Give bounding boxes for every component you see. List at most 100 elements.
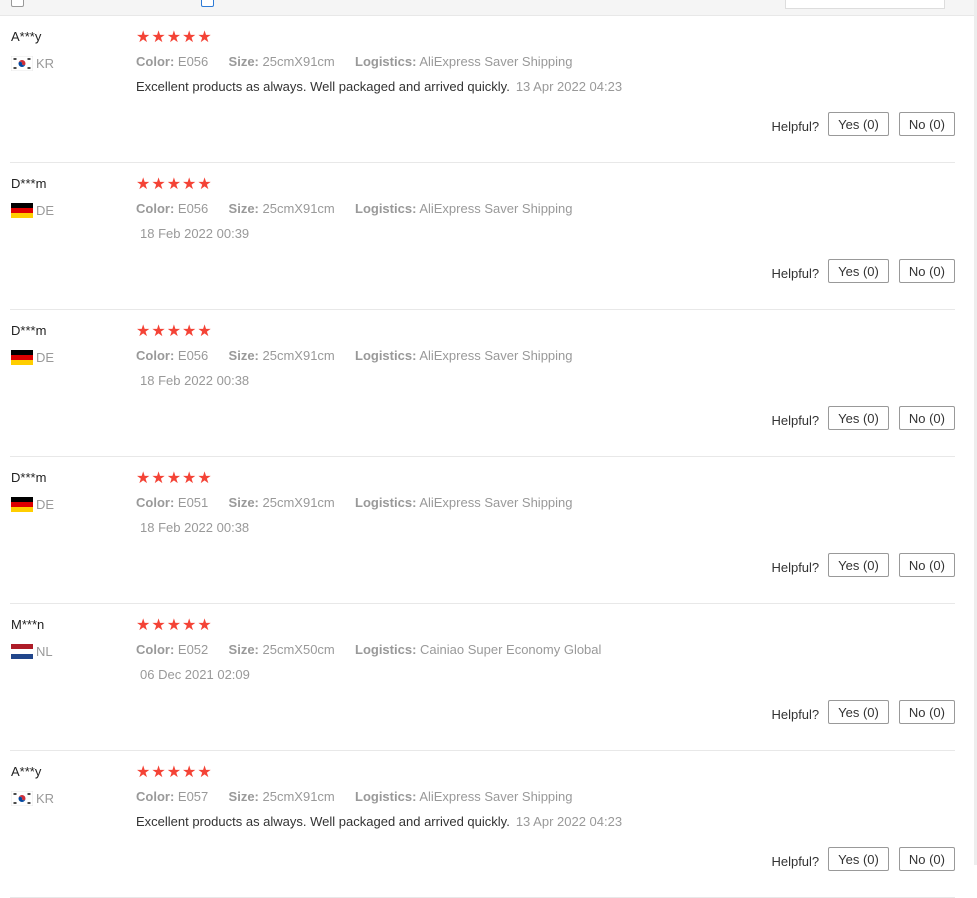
color-label: Color: (136, 201, 175, 216)
color-value: E056 (177, 54, 209, 69)
helpful-yes-button[interactable]: Yes (0) (828, 553, 889, 577)
color-value: E057 (177, 789, 209, 804)
helpful-label: Helpful? (771, 118, 820, 134)
de-flag-icon (11, 349, 33, 365)
helpful-controls: Helpful? Yes (0) No (0) (771, 259, 955, 283)
logistics-value: AliExpress Saver Shipping (419, 201, 573, 216)
helpful-controls: Helpful? Yes (0) No (0) (771, 847, 955, 871)
helpful-no-button[interactable]: No (0) (898, 700, 955, 724)
review-text: Excellent products as always. Well packa… (136, 79, 510, 94)
reviewer-country: NL (11, 643, 53, 659)
country-code: DE (36, 202, 55, 218)
helpful-no-button[interactable]: No (0) (898, 112, 955, 136)
review-attributes: Color: E056 Size: 25cmX91cm Logistics: A… (136, 54, 573, 69)
color-label: Color: (136, 495, 175, 510)
filter-checkbox[interactable] (11, 0, 24, 7)
logistics-label: Logistics: (355, 789, 417, 804)
helpful-no-button[interactable]: No (0) (898, 406, 955, 430)
country-code: NL (36, 643, 53, 659)
de-flag-icon (11, 496, 33, 512)
country-code: KR (36, 55, 55, 71)
review-date: 13 Apr 2022 04:23 (515, 79, 623, 94)
color-label: Color: (136, 348, 175, 363)
logistics-value: AliExpress Saver Shipping (419, 348, 573, 363)
helpful-label: Helpful? (771, 412, 820, 428)
color-value: E056 (177, 201, 209, 216)
reviewer-country: KR (11, 790, 54, 806)
size-value: 25cmX91cm (262, 201, 335, 216)
logistics-label: Logistics: (355, 201, 417, 216)
color-label: Color: (136, 642, 175, 657)
helpful-label: Helpful? (771, 265, 820, 281)
star-rating: ★★★★★ (136, 176, 213, 193)
star-rating: ★★★★★ (136, 323, 213, 340)
helpful-no-button[interactable]: No (0) (898, 259, 955, 283)
review-date: 18 Feb 2022 00:38 (140, 520, 250, 535)
helpful-controls: Helpful? Yes (0) No (0) (771, 700, 955, 724)
star-rating: ★★★★★ (136, 617, 213, 634)
logistics-value: Cainiao Super Economy Global (420, 642, 602, 657)
helpful-yes-button[interactable]: Yes (0) (828, 847, 889, 871)
review-attributes: Color: E051 Size: 25cmX91cm Logistics: A… (136, 495, 573, 510)
review-date: 13 Apr 2022 04:23 (515, 814, 623, 829)
size-label: Size: (228, 348, 259, 363)
size-value: 25cmX50cm (262, 642, 335, 657)
reviewer-country: DE (11, 496, 54, 512)
reviewer-name: D***m (11, 176, 47, 191)
review-attributes: Color: E052 Size: 25cmX50cm Logistics: C… (136, 642, 601, 657)
reviewer-name: D***m (11, 470, 47, 485)
logistics-value: AliExpress Saver Shipping (419, 789, 573, 804)
size-value: 25cmX91cm (262, 789, 335, 804)
reviewer-name: D***m (11, 323, 47, 338)
review-text: Excellent products as always. Well packa… (136, 814, 510, 829)
helpful-controls: Helpful? Yes (0) No (0) (771, 112, 955, 136)
helpful-no-button[interactable]: No (0) (898, 847, 955, 871)
logistics-label: Logistics: (355, 642, 417, 657)
helpful-yes-button[interactable]: Yes (0) (828, 259, 889, 283)
reviewer-name: A***y (11, 29, 42, 44)
helpful-yes-button[interactable]: Yes (0) (828, 406, 889, 430)
helpful-no-button[interactable]: No (0) (898, 553, 955, 577)
color-value: E051 (177, 495, 209, 510)
logistics-label: Logistics: (355, 54, 417, 69)
helpful-yes-button[interactable]: Yes (0) (828, 112, 889, 136)
reviewer-country: DE (11, 349, 54, 365)
review-item: A***y KR ★★★★★ Color: E056 Size: 25cmX91… (10, 15, 955, 163)
star-rating: ★★★★★ (136, 29, 213, 46)
size-label: Size: (228, 495, 259, 510)
helpful-controls: Helpful? Yes (0) No (0) (771, 553, 955, 577)
reviewer-country: KR (11, 55, 54, 71)
review-text-line: Excellent products as always. Well packa… (136, 814, 622, 829)
color-label: Color: (136, 54, 175, 69)
size-value: 25cmX91cm (262, 495, 335, 510)
review-attributes: Color: E056 Size: 25cmX91cm Logistics: A… (136, 348, 573, 363)
kr-flag-icon (11, 55, 33, 71)
kr-flag-icon (11, 790, 33, 806)
logistics-value: AliExpress Saver Shipping (419, 54, 573, 69)
star-rating: ★★★★★ (136, 764, 213, 781)
reviewer-name: A***y (11, 764, 42, 779)
review-text-line: Excellent products as always. Well packa… (136, 79, 622, 94)
review-item: D***m DE ★★★★★ Color: E051 Size: 25cmX91… (10, 456, 955, 604)
sort-dropdown[interactable] (785, 0, 945, 9)
helpful-yes-button[interactable]: Yes (0) (828, 700, 889, 724)
country-code: DE (36, 349, 55, 365)
star-rating: ★★★★★ (136, 470, 213, 487)
de-flag-icon (11, 202, 33, 218)
helpful-label: Helpful? (771, 559, 820, 575)
logistics-label: Logistics: (355, 495, 417, 510)
review-item: D***m DE ★★★★★ Color: E056 Size: 25cmX91… (10, 162, 955, 310)
review-item: A***y KR ★★★★★ Color: E057 Size: 25cmX91… (10, 750, 955, 898)
size-label: Size: (228, 642, 259, 657)
filter-checkbox-checked[interactable] (201, 0, 214, 7)
helpful-controls: Helpful? Yes (0) No (0) (771, 406, 955, 430)
logistics-label: Logistics: (355, 348, 417, 363)
review-date: 18 Feb 2022 00:38 (140, 373, 250, 388)
country-code: DE (36, 496, 55, 512)
size-label: Size: (228, 201, 259, 216)
review-item: D***m DE ★★★★★ Color: E056 Size: 25cmX91… (10, 309, 955, 457)
helpful-label: Helpful? (771, 853, 820, 869)
review-attributes: Color: E056 Size: 25cmX91cm Logistics: A… (136, 201, 573, 216)
review-date: 06 Dec 2021 02:09 (140, 667, 250, 682)
size-label: Size: (228, 789, 259, 804)
